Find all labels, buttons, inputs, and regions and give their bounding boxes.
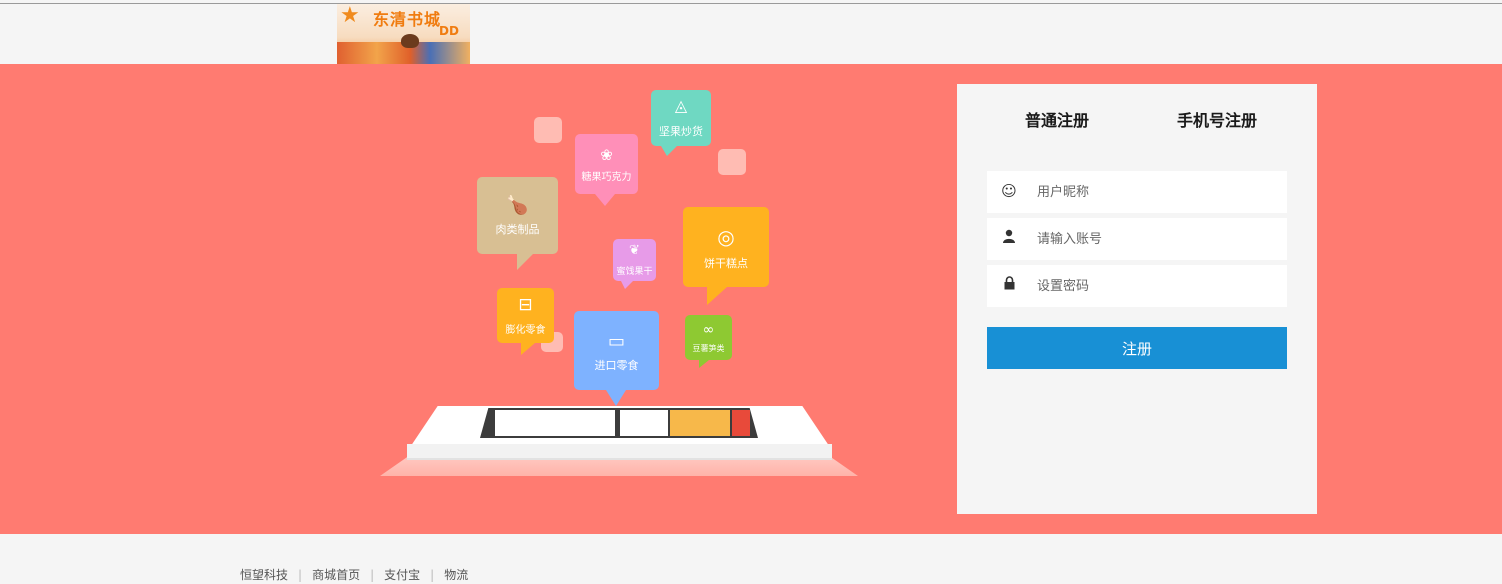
user-icon	[1001, 229, 1017, 247]
banner: ◬ 坚果炒货 ❀ 糖果巧克力 🍗 肉类制品 ❦ 蜜饯果干 ◎ 饼干糕点 ⊟ 膨化…	[0, 64, 1502, 534]
decor-bubble	[534, 117, 562, 143]
category-label: 坚果炒货	[659, 125, 703, 138]
category-label: 肉类制品	[495, 223, 540, 236]
cookie-icon: ◎	[717, 225, 735, 249]
footer-link-home[interactable]: 商城首页	[312, 568, 360, 582]
footer-divider: |	[430, 568, 435, 582]
category-label: 糖果巧克力	[581, 172, 632, 183]
dried-fruit-icon: ❦	[629, 243, 640, 258]
screen-content-panel	[495, 410, 615, 436]
category-bubble-beans: ∞ 豆薯笋类	[685, 315, 732, 368]
lock-icon	[1001, 276, 1017, 294]
account-field[interactable]	[987, 218, 1287, 260]
footer-link-logistics[interactable]: 物流	[444, 568, 468, 582]
beans-icon: ∞	[702, 322, 715, 338]
smiley-icon: ☺	[1001, 182, 1017, 200]
screen-content-sidebar	[732, 410, 750, 436]
star-logo-icon: ★	[340, 4, 360, 28]
password-field[interactable]	[987, 265, 1287, 307]
header	[0, 4, 1502, 64]
category-bubble-imported: ▭ 进口零食	[574, 311, 659, 406]
flag-icon: ▭	[607, 331, 625, 352]
category-bubble-cookies: ◎ 饼干糕点	[683, 207, 769, 305]
nickname-field[interactable]: ☺	[987, 171, 1287, 213]
category-bubble-dried-fruit: ❦ 蜜饯果干	[613, 239, 656, 289]
category-label: 蜜饯果干	[616, 267, 653, 277]
nut-icon: ◬	[674, 96, 688, 115]
snack-bag-icon: ⊟	[518, 295, 533, 315]
register-panel: 普通注册 手机号注册 ☺ 注册	[957, 84, 1317, 514]
category-label: 膨化零食	[505, 325, 546, 336]
footer-link-company[interactable]: 恒望科技	[240, 568, 288, 582]
password-input[interactable]	[1037, 265, 1277, 307]
footer: 恒望科技 | 商城首页 | 支付宝 | 物流	[240, 566, 468, 583]
nickname-input[interactable]	[1037, 171, 1277, 213]
decor-bubble	[718, 149, 746, 175]
drumstick-icon: 🍗	[506, 195, 529, 216]
account-input[interactable]	[1037, 218, 1277, 260]
category-bubble-meat: 🍗 肉类制品	[477, 177, 558, 270]
logo-reader-graphic	[401, 34, 419, 48]
tab-normal-register[interactable]: 普通注册	[1025, 107, 1089, 131]
footer-divider: |	[298, 568, 303, 582]
tab-phone-register[interactable]: 手机号注册	[1177, 107, 1257, 131]
category-label: 豆薯笋类	[692, 344, 725, 353]
tablet-base	[407, 444, 832, 460]
candy-icon: ❀	[600, 146, 613, 164]
screen-content-panel	[620, 410, 668, 436]
logo-subtitle: DD	[439, 24, 459, 38]
category-bubble-candy: ❀ 糖果巧克力	[575, 134, 638, 206]
screen-content-banner	[670, 410, 730, 436]
category-label: 进口零食	[594, 359, 639, 372]
logo-title: 东清书城	[373, 10, 442, 29]
category-bubble-nuts: ◬ 坚果炒货	[651, 90, 711, 156]
footer-divider: |	[370, 568, 375, 582]
category-bubble-puffed-snacks: ⊟ 膨化零食	[497, 288, 554, 355]
footer-link-alipay[interactable]: 支付宝	[384, 568, 420, 582]
register-button[interactable]: 注册	[987, 327, 1287, 369]
category-label: 饼干糕点	[704, 257, 748, 270]
site-logo[interactable]: ★ 东清书城 DD	[337, 4, 470, 64]
